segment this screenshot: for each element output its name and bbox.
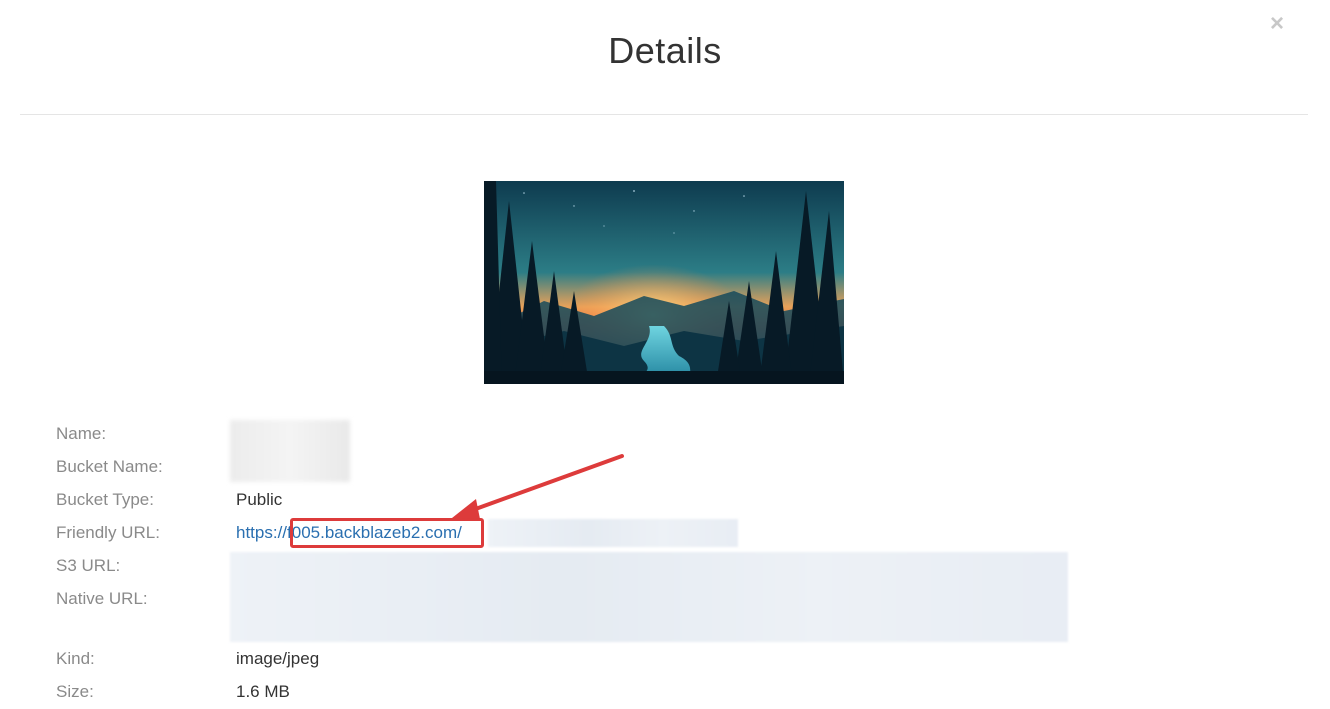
annotation-highlight-box	[290, 518, 484, 548]
bucket-type-value: Public	[236, 490, 283, 509]
redacted-s3-native-urls	[230, 552, 1068, 642]
size-value: 1.6 MB	[236, 682, 290, 701]
image-preview	[484, 181, 844, 384]
details-modal: Details × Name: Bucket Name: Bucket Type…	[0, 0, 1330, 709]
kind-label: Kind:	[56, 649, 95, 668]
header-divider	[20, 114, 1308, 115]
kind-value: image/jpeg	[236, 649, 320, 668]
size-label: Size:	[56, 682, 94, 701]
dialog-title: Details	[608, 30, 722, 71]
friendly-url-prefix[interactable]: https://	[236, 523, 287, 542]
friendly-url-label: Friendly URL:	[56, 523, 160, 542]
close-icon[interactable]: ×	[1270, 12, 1284, 36]
redacted-name-value	[230, 420, 350, 482]
name-label: Name:	[56, 424, 107, 443]
native-url-label: Native URL:	[56, 589, 148, 608]
redacted-friendly-url-path	[488, 519, 738, 547]
bucket-name-label: Bucket Name:	[56, 457, 163, 476]
bucket-type-label: Bucket Type:	[56, 490, 154, 509]
s3-url-label: S3 URL:	[56, 556, 121, 575]
